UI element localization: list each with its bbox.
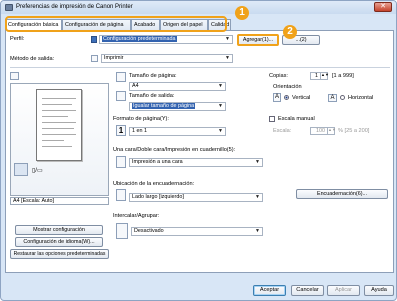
duplex-label: Una cara/Doble cara/Impresión en cuadern… (113, 147, 236, 153)
collate-icon (116, 223, 128, 239)
page-size-dropdown[interactable]: A4 ▼ (129, 82, 226, 91)
chevron-down-icon: ▼ (225, 55, 230, 61)
spin-arrows-icon[interactable]: ▲▼ (327, 128, 336, 134)
page-format-label: Formato de página(Y): (113, 116, 169, 122)
binding-dropdown[interactable]: Lado largo [izquierdo] ▼ (129, 193, 263, 202)
page-size-value: A4 (132, 83, 139, 89)
portrait-radio[interactable] (284, 95, 289, 100)
output-size-icon (116, 91, 126, 101)
collate-dropdown[interactable]: Desactivado ▼ (131, 227, 263, 236)
output-size-value: Igualar tamaño de página (132, 103, 196, 109)
tab-basic-settings[interactable]: Configuración básica (5, 19, 62, 31)
chevron-down-icon: ▼ (218, 103, 223, 109)
binding-label: Ubicación de la encuadernación: (113, 181, 195, 187)
tab-quality[interactable]: Calidad (208, 19, 231, 30)
output-size-label: Tamaño de salida: (129, 93, 175, 99)
binding-icon (116, 189, 126, 201)
window-title: Preferencias de impresión de Canon Print… (16, 4, 133, 10)
scale-spinner[interactable]: 100 ▲▼ (310, 127, 336, 135)
apply-button[interactable]: Aplicar (327, 285, 360, 296)
page-format-icon: 1 (116, 125, 126, 136)
show-settings-button[interactable]: Mostrar configuración (15, 225, 103, 235)
callout-badge-1: 1 (235, 6, 249, 20)
preview-caption: A4 [Escala: Auto] (10, 197, 109, 205)
page-format-value: 1 en 1 (132, 128, 147, 134)
scale-range: % [25 a 200] (338, 128, 370, 134)
add-profile-button[interactable]: Agregar(1)... (237, 34, 279, 46)
language-settings-button[interactable]: Configuración de idioma(W)... (15, 237, 103, 247)
profile-icon (91, 36, 97, 43)
cancel-button[interactable]: Cancelar (291, 285, 324, 296)
chevron-down-icon: ▼ (218, 128, 223, 134)
output-method-value: Imprimir (104, 55, 124, 61)
profile-label: Perfil: (10, 36, 25, 42)
tab-paper-source[interactable]: Origen del papel (160, 19, 208, 30)
copies-label: Copias: (269, 73, 288, 79)
one-sided-icon (116, 156, 126, 168)
copies-spinner[interactable]: 1 ▲▼ (310, 72, 329, 80)
profile-dropdown[interactable]: Configuración predeterminada ▼ (99, 35, 233, 44)
scale-label: Escala: (273, 128, 292, 134)
page-preview (36, 89, 82, 161)
portrait-label: Vertical (292, 95, 311, 101)
printer-illustration-icon (14, 163, 28, 176)
accept-button[interactable]: Aceptar (253, 285, 286, 296)
landscape-radio[interactable] (340, 95, 345, 100)
tab-finishing[interactable]: Acabado (131, 19, 160, 30)
output-method-dropdown[interactable]: Imprimir ▼ (101, 54, 233, 63)
chevron-down-icon: ▼ (225, 36, 230, 42)
binding-value: Lado largo [izquierdo] (132, 194, 184, 200)
preview-pane: ▯/▭ (10, 83, 109, 196)
view-toggle[interactable]: ▯/▭ (32, 167, 43, 174)
duplex-value: Impresión a una cara (132, 159, 183, 165)
page-size-label: Tamaño de página: (129, 73, 177, 79)
landscape-icon: A (328, 94, 337, 102)
printer-preferences-window: Preferencias de impresión de Canon Print… (0, 0, 397, 301)
scale-value: 100 (316, 128, 325, 134)
close-button[interactable]: ✕ (374, 2, 392, 12)
chevron-down-icon: ▼ (255, 159, 260, 165)
printer-output-icon (91, 55, 98, 62)
portrait-icon: A (273, 93, 281, 102)
divider (10, 67, 390, 68)
manual-scale-checkbox[interactable] (269, 116, 275, 122)
title-bar: Preferencias de impresión de Canon Print… (1, 1, 396, 14)
callout-badge-2: 2 (283, 25, 297, 39)
spin-arrows-icon[interactable]: ▲▼ (320, 73, 329, 79)
profile-value: Configuración predeterminada (102, 36, 177, 42)
output-method-label: Método de salida: (10, 56, 55, 62)
chevron-down-icon: ▼ (255, 228, 260, 234)
orientation-label: Orientación (273, 84, 302, 90)
printer-icon (5, 4, 13, 11)
output-size-dropdown[interactable]: Igualar tamaño de página ▼ (129, 102, 226, 111)
chevron-down-icon: ▼ (218, 83, 223, 89)
help-button[interactable]: Ayuda (364, 285, 394, 296)
manual-scale-label: Escala manual (278, 116, 315, 122)
collate-value: Desactivado (134, 228, 164, 234)
collate-label: Intercalar/Agrupar: (113, 213, 160, 219)
landscape-label: Horizontal (348, 95, 374, 101)
chevron-down-icon: ▼ (255, 194, 260, 200)
copies-range: [1 a 999] (332, 73, 354, 79)
restore-defaults-button[interactable]: Restaurar las opciones predeterminadas (10, 249, 109, 259)
copies-value: 1 (315, 73, 318, 79)
tab-page-setup[interactable]: Configuración de página (62, 19, 131, 30)
page-size-icon (116, 72, 126, 82)
preview-toggle-icon[interactable] (10, 72, 19, 80)
page-format-dropdown[interactable]: 1 en 1 ▼ (129, 127, 226, 136)
binding-button[interactable]: Encuadernación(6)... (296, 189, 388, 199)
duplex-dropdown[interactable]: Impresión a una cara ▼ (129, 158, 263, 167)
